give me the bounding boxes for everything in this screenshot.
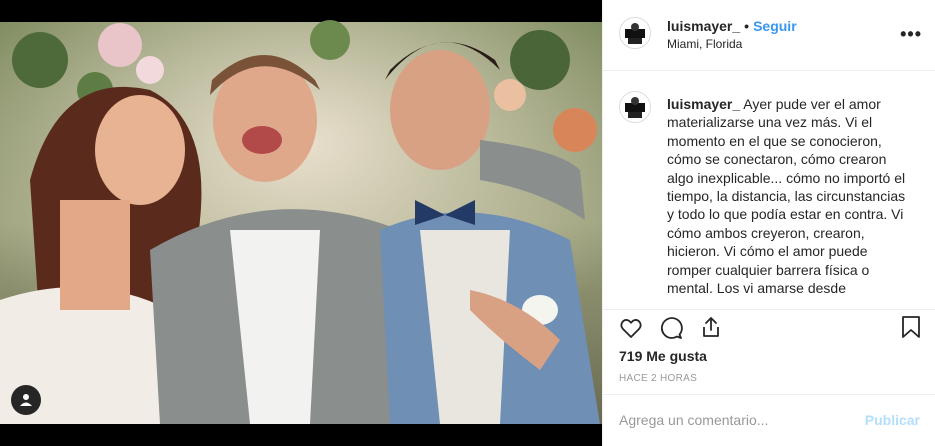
post-actions: 719 Me gusta HACE 2 HORAS Publicar (603, 309, 935, 444)
caption-avatar[interactable] (619, 91, 651, 123)
post-photo[interactable] (0, 0, 602, 446)
avatar-image (620, 92, 650, 122)
follow-button[interactable]: Seguir (753, 18, 797, 34)
user-tag-icon (20, 394, 32, 406)
post-side-panel: luismayer_ • Seguir Miami, Florida ••• lui… (602, 0, 935, 446)
post-header: luismayer_ • Seguir Miami, Florida ••• (603, 0, 935, 71)
post-location[interactable]: Miami, Florida (667, 37, 742, 51)
caption-username[interactable]: luismayer_ (667, 96, 740, 112)
post-username[interactable]: luismayer_ (667, 18, 740, 34)
comments-area[interactable]: luismayer_ Ayer pude ver el amor materia… (603, 71, 935, 309)
bookmark-icon[interactable] (899, 315, 923, 339)
caption-text: Ayer pude ver el amor materializarse una… (667, 96, 906, 297)
header-user-line: luismayer_ • Seguir (667, 18, 797, 34)
heart-icon[interactable] (619, 316, 643, 340)
more-options-icon[interactable]: ••• (900, 24, 922, 45)
avatar-image (620, 18, 650, 48)
share-icon[interactable] (699, 315, 723, 339)
likes-count[interactable]: 719 Me gusta (619, 348, 707, 364)
avatar[interactable] (619, 17, 651, 49)
user-tag-button[interactable] (11, 385, 41, 415)
publish-button[interactable]: Publicar (865, 412, 920, 428)
add-comment-section: Publicar (603, 394, 935, 445)
comment-input[interactable] (619, 412, 849, 428)
instagram-post: luismayer_ • Seguir Miami, Florida ••• lui… (0, 0, 935, 446)
post-time[interactable]: HACE 2 HORAS (619, 373, 697, 384)
comment-icon[interactable] (659, 316, 683, 340)
separator-dot: • (744, 18, 750, 34)
wedding-photo-illustration (0, 0, 602, 446)
post-caption: luismayer_ Ayer pude ver el amor materia… (667, 95, 915, 297)
